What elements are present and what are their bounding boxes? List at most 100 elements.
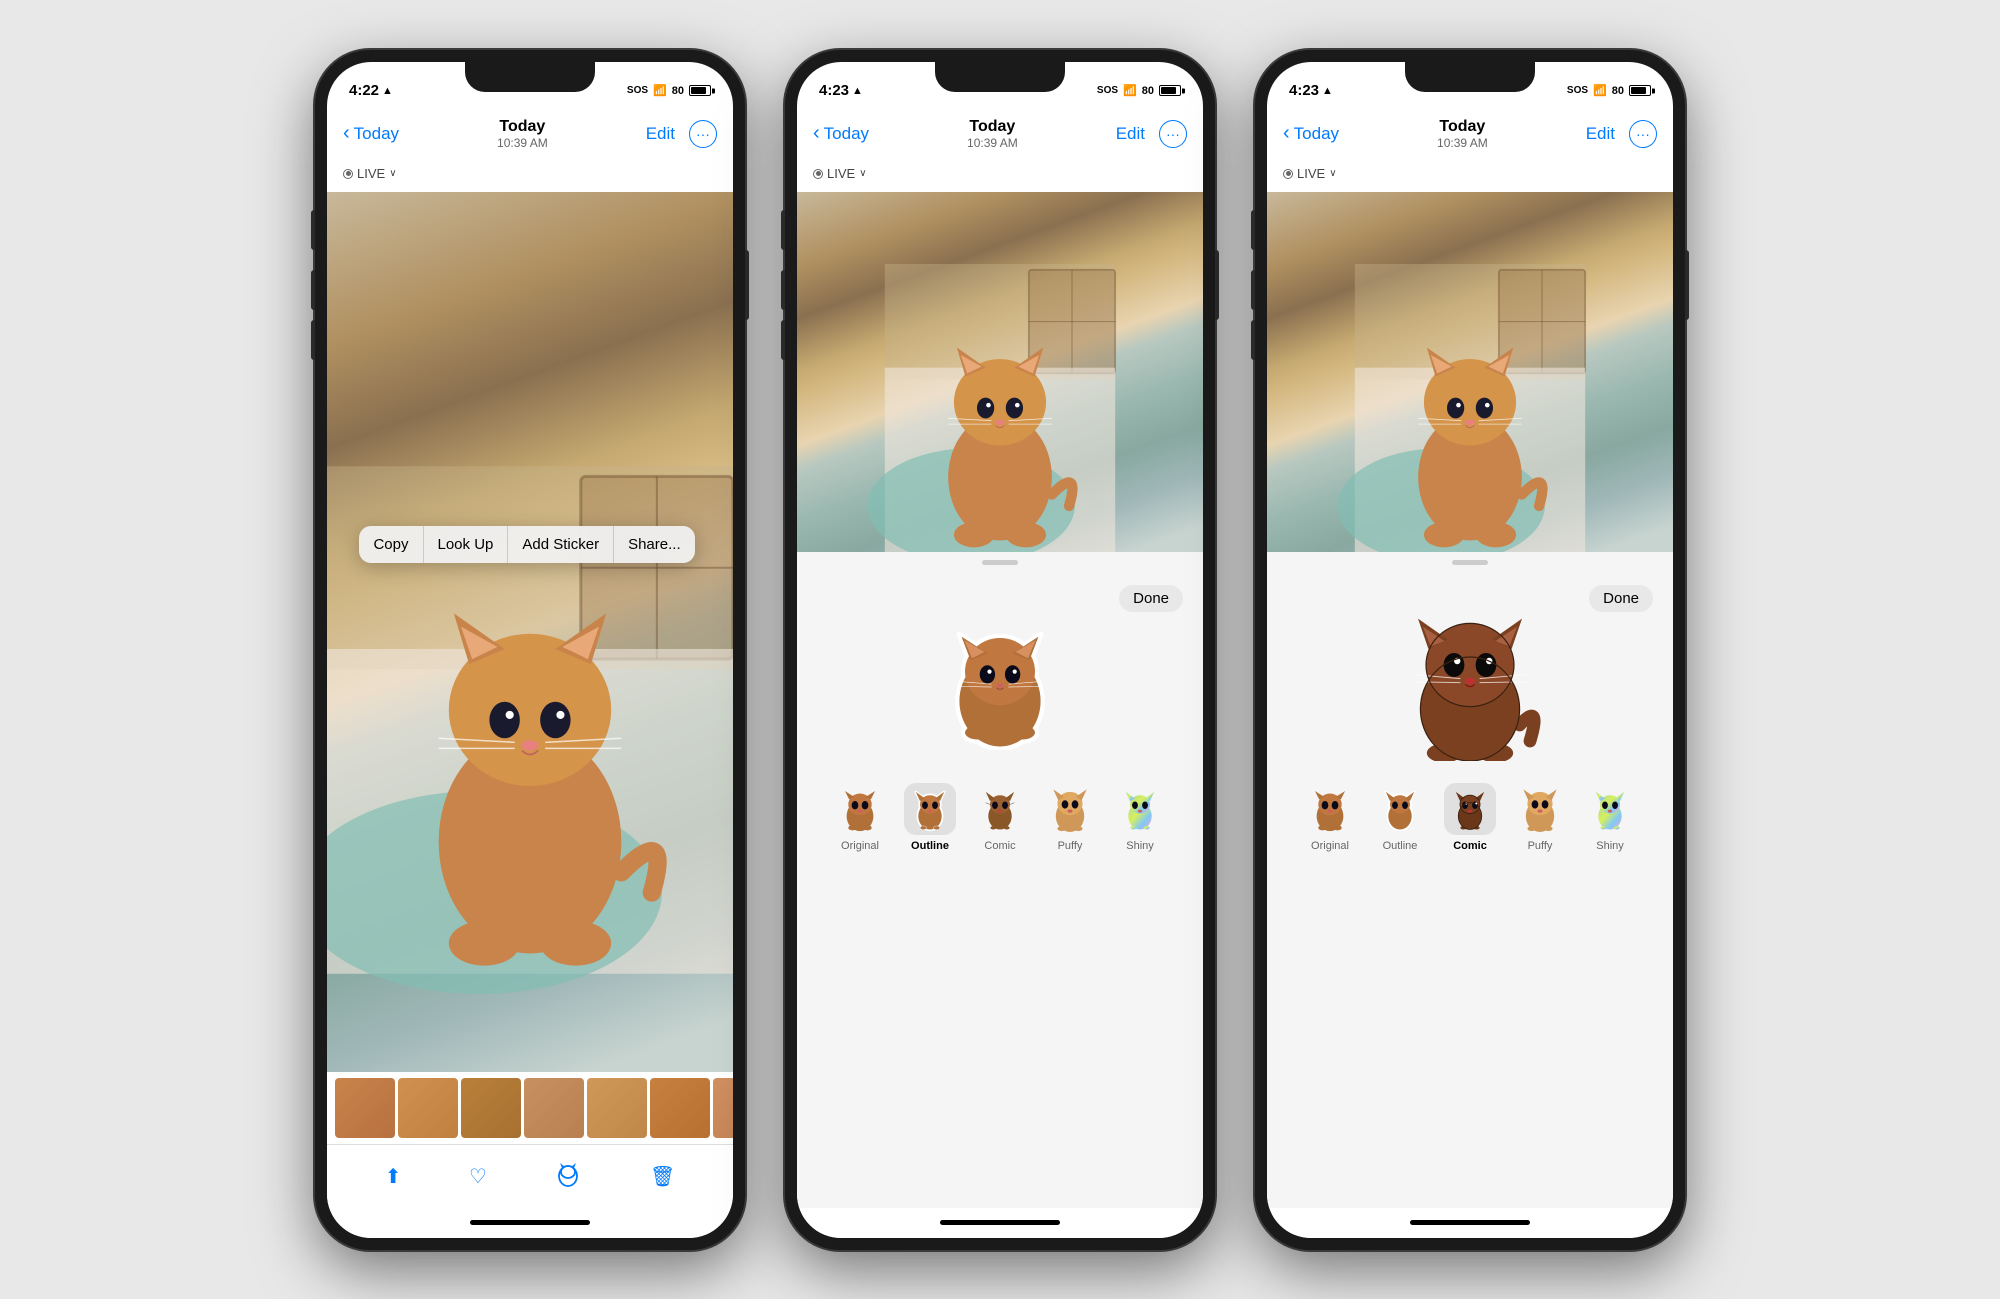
status-icons-1: SOS 📶 80 bbox=[627, 84, 711, 97]
status-icons-2: SOS 📶 80 bbox=[1097, 84, 1181, 97]
sticker-shiny-3[interactable]: Shiny bbox=[1584, 783, 1636, 852]
nav-title-block-3: Today 10:39 AM bbox=[1437, 118, 1488, 150]
share-button-1[interactable]: ⬆ bbox=[385, 1164, 402, 1189]
nav-bar-3: ‹ Today Today 10:39 AM Edit ··· bbox=[1267, 112, 1673, 156]
sticker-puffy-2[interactable]: Puffy bbox=[1044, 783, 1096, 852]
thumb-2[interactable] bbox=[398, 1078, 458, 1138]
edit-button-2[interactable]: Edit bbox=[1116, 124, 1145, 144]
live-badge-2[interactable]: LIVE ∨ bbox=[813, 166, 867, 181]
photo-area-2 bbox=[797, 192, 1203, 552]
context-lookup[interactable]: Look Up bbox=[424, 526, 509, 563]
phone-screen-3: 4:23 ▲ SOS 📶 80 ‹ Today Today 10:39 AM E… bbox=[1267, 62, 1673, 1238]
original-cat-icon-3 bbox=[1309, 786, 1351, 832]
home-indicator-2 bbox=[797, 1208, 1203, 1238]
location-icon-3: ▲ bbox=[1322, 85, 1333, 97]
cat-bg-2 bbox=[797, 192, 1203, 552]
live-label-3: LIVE bbox=[1297, 166, 1325, 181]
wifi-icon-1: 📶 bbox=[653, 84, 667, 97]
sticker-original-label-2: Original bbox=[841, 840, 879, 852]
battery-icon-2 bbox=[1159, 85, 1181, 96]
context-copy[interactable]: Copy bbox=[359, 526, 423, 563]
sticker-comic-2[interactable]: Comic bbox=[974, 783, 1026, 852]
back-button-2[interactable]: ‹ Today bbox=[813, 122, 869, 145]
sticker-outline-label-3: Outline bbox=[1383, 840, 1418, 852]
sticker-options-2: Original bbox=[797, 773, 1203, 860]
panel-handle-2 bbox=[982, 560, 1018, 565]
sticker-outline-3[interactable]: Outline bbox=[1374, 783, 1426, 852]
sos-label-2: SOS bbox=[1097, 85, 1118, 96]
nav-actions-2: Edit ··· bbox=[1116, 120, 1187, 148]
sticker-outline-2[interactable]: Outline bbox=[904, 783, 956, 852]
panel-handle-3 bbox=[1452, 560, 1488, 565]
more-button-1[interactable]: ··· bbox=[689, 120, 717, 148]
back-label-2: Today bbox=[824, 124, 869, 144]
outline-cat-icon-3 bbox=[1379, 786, 1421, 832]
original-cat-icon bbox=[839, 786, 881, 832]
wifi-icon-3: 📶 bbox=[1593, 84, 1607, 97]
nav-actions-1: Edit ··· bbox=[646, 120, 717, 148]
sticker-outline-thumb-2 bbox=[904, 783, 956, 835]
location-icon-2: ▲ bbox=[852, 85, 863, 97]
phone-2: 4:23 ▲ SOS 📶 80 ‹ Today Today 10:39 AM E… bbox=[785, 50, 1215, 1250]
thumb-4[interactable] bbox=[524, 1078, 584, 1138]
sticker-original-label-3: Original bbox=[1311, 840, 1349, 852]
notch-1 bbox=[465, 62, 595, 92]
back-button-3[interactable]: ‹ Today bbox=[1283, 122, 1339, 145]
cat-toolbar-icon-1 bbox=[554, 1160, 582, 1188]
thumb-5[interactable] bbox=[587, 1078, 647, 1138]
nav-subtitle-1: 10:39 AM bbox=[497, 136, 548, 150]
thumb-6[interactable] bbox=[650, 1078, 710, 1138]
sticker-button-1[interactable] bbox=[554, 1160, 582, 1193]
live-badge-1[interactable]: LIVE ∨ bbox=[343, 166, 397, 181]
comic-cat-icon-3 bbox=[1449, 786, 1491, 832]
sticker-puffy-3[interactable]: Puffy bbox=[1514, 783, 1566, 852]
sticker-original-2[interactable]: Original bbox=[834, 783, 886, 852]
context-menu-1: Copy Look Up Add Sticker Share... bbox=[359, 526, 694, 563]
nav-title-3: Today bbox=[1437, 118, 1488, 136]
live-label-2: LIVE bbox=[827, 166, 855, 181]
sticker-comic-3[interactable]: Comic bbox=[1444, 783, 1496, 852]
live-badge-3[interactable]: LIVE ∨ bbox=[1283, 166, 1337, 181]
edit-button-3[interactable]: Edit bbox=[1586, 124, 1615, 144]
nav-subtitle-2: 10:39 AM bbox=[967, 136, 1018, 150]
thumb-3[interactable] bbox=[461, 1078, 521, 1138]
sticker-shiny-label-2: Shiny bbox=[1126, 840, 1154, 852]
sticker-puffy-label-2: Puffy bbox=[1058, 840, 1083, 852]
thumb-7[interactable] bbox=[713, 1078, 733, 1138]
heart-button-1[interactable]: ♡ bbox=[469, 1164, 487, 1189]
sticker-panel-3: Done bbox=[1267, 552, 1673, 1208]
nav-subtitle-3: 10:39 AM bbox=[1437, 136, 1488, 150]
live-dot-1 bbox=[343, 169, 353, 179]
back-button-1[interactable]: ‹ Today bbox=[343, 122, 399, 145]
live-chevron-1: ∨ bbox=[389, 168, 396, 179]
sticker-shiny-2[interactable]: Shiny bbox=[1114, 783, 1166, 852]
puffy-cat-icon-3 bbox=[1519, 786, 1561, 832]
sticker-original-thumb-2 bbox=[834, 783, 886, 835]
more-button-2[interactable]: ··· bbox=[1159, 120, 1187, 148]
sticker-shiny-label-3: Shiny bbox=[1596, 840, 1624, 852]
photo-area-3 bbox=[1267, 192, 1673, 552]
sticker-preview-2 bbox=[797, 573, 1203, 773]
battery-icon-3 bbox=[1629, 85, 1651, 96]
puffy-cat-icon bbox=[1049, 786, 1091, 832]
more-button-3[interactable]: ··· bbox=[1629, 120, 1657, 148]
context-share[interactable]: Share... bbox=[614, 526, 695, 563]
shiny-cat-icon-3 bbox=[1589, 786, 1631, 832]
live-bar-1: LIVE ∨ bbox=[327, 156, 733, 192]
sticker-original-3[interactable]: Original bbox=[1304, 783, 1356, 852]
notch-2 bbox=[935, 62, 1065, 92]
phone-3: 4:23 ▲ SOS 📶 80 ‹ Today Today 10:39 AM E… bbox=[1255, 50, 1685, 1250]
bottom-toolbar-1: ⬆ ♡ 🗑 bbox=[327, 1144, 733, 1208]
live-chevron-3: ∨ bbox=[1329, 168, 1336, 179]
nav-bar-2: ‹ Today Today 10:39 AM Edit ··· bbox=[797, 112, 1203, 156]
edit-button-1[interactable]: Edit bbox=[646, 124, 675, 144]
delete-button-1[interactable]: 🗑 bbox=[650, 1164, 675, 1189]
sticker-comic-thumb-2 bbox=[974, 783, 1026, 835]
sticker-original-thumb-3 bbox=[1304, 783, 1356, 835]
thumb-1[interactable] bbox=[335, 1078, 395, 1138]
sos-label-1: SOS bbox=[627, 85, 648, 96]
context-addsticker[interactable]: Add Sticker bbox=[508, 526, 614, 563]
phone-screen-1: 4:22 ▲ SOS 📶 80 ‹ Today Today 10:39 AM E… bbox=[327, 62, 733, 1238]
shiny-cat-icon bbox=[1119, 786, 1161, 832]
battery-label-1: 80 bbox=[672, 85, 684, 97]
